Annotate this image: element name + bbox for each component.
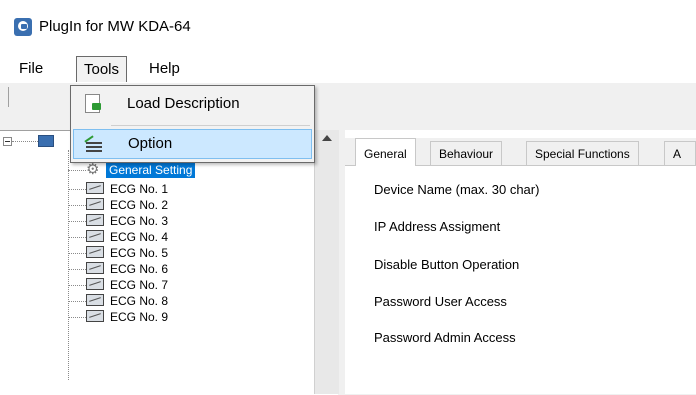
tree-guide-line bbox=[68, 170, 86, 171]
tree-item-ecg-8[interactable]: ECG No. 8 bbox=[0, 293, 314, 309]
ecg-icon bbox=[86, 182, 104, 194]
tree-guide-line bbox=[68, 205, 86, 206]
ecg-icon bbox=[86, 198, 104, 210]
tree-guide-line bbox=[68, 285, 86, 286]
tree-guide-line bbox=[68, 269, 86, 270]
tree-item-label: ECG No. 4 bbox=[110, 230, 169, 244]
ecg-icon bbox=[86, 310, 104, 322]
tree-item-label: ECG No. 2 bbox=[110, 198, 169, 212]
tree-item-label: ECG No. 1 bbox=[110, 182, 169, 196]
ip-address-label: IP Address Assigment bbox=[374, 219, 501, 234]
tree-guide-line bbox=[68, 221, 86, 222]
menu-item-load-description[interactable]: Load Description bbox=[73, 89, 312, 119]
tree-item-label: ECG No. 7 bbox=[110, 278, 169, 292]
ecg-icon bbox=[86, 294, 104, 306]
title-bar: PlugIn for MW KDA-64 bbox=[0, 0, 696, 50]
tab-strip: General Behaviour Special Functions A bbox=[345, 138, 696, 166]
disable-button-operation-label: Disable Button Operation bbox=[374, 257, 520, 272]
tree-guide-line bbox=[68, 189, 86, 190]
menu-item-option[interactable]: Option bbox=[73, 129, 312, 159]
tree-item-ecg-9[interactable]: ECG No. 9 bbox=[0, 309, 314, 325]
tree-guide-line bbox=[68, 301, 86, 302]
ecg-icon bbox=[86, 230, 104, 242]
tools-dropdown-menu: Load Description Option bbox=[70, 85, 315, 163]
app-icon bbox=[14, 18, 32, 36]
menu-help[interactable]: Help bbox=[142, 56, 187, 82]
tree-item-label: ECG No. 5 bbox=[110, 246, 169, 260]
tree-item-label: ECG No. 3 bbox=[110, 214, 169, 228]
tree-item-ecg-1[interactable]: ECG No. 1 bbox=[0, 181, 314, 197]
tree-guide-line bbox=[12, 141, 38, 142]
menu-item-label: Load Description bbox=[127, 95, 240, 112]
password-user-access-label: Password User Access bbox=[374, 294, 507, 309]
tab-general[interactable]: General bbox=[355, 138, 416, 166]
gear-icon: ⚙ bbox=[86, 161, 100, 178]
tree-item-label: ECG No. 6 bbox=[110, 262, 169, 276]
tree-item-label: ECG No. 8 bbox=[110, 294, 169, 308]
tree-item-ecg-7[interactable]: ECG No. 7 bbox=[0, 277, 314, 293]
toolbar-separator bbox=[8, 87, 9, 107]
tab-special-functions[interactable]: Special Functions bbox=[526, 141, 639, 165]
tree-guide-line bbox=[68, 253, 86, 254]
tree-guide-line bbox=[68, 237, 86, 238]
device-name-label: Device Name (max. 30 char) bbox=[374, 182, 540, 197]
tree-item-general-setting[interactable]: ⚙ General Setting bbox=[0, 162, 314, 178]
tree-guide-line bbox=[68, 317, 86, 318]
tree-item-ecg-5[interactable]: ECG No. 5 bbox=[0, 245, 314, 261]
window-title: PlugIn for MW KDA-64 bbox=[39, 18, 191, 35]
tree-item-ecg-2[interactable]: ECG No. 2 bbox=[0, 197, 314, 213]
tree-item-label: ECG No. 9 bbox=[110, 310, 169, 324]
menu-file[interactable]: File bbox=[12, 56, 50, 82]
ecg-icon bbox=[86, 246, 104, 258]
tree-scrollbar[interactable] bbox=[314, 130, 339, 394]
menu-tools[interactable]: Tools bbox=[76, 56, 128, 82]
ecg-icon bbox=[86, 214, 104, 226]
tree-item-ecg-4[interactable]: ECG No. 4 bbox=[0, 229, 314, 245]
load-description-icon bbox=[85, 94, 101, 113]
tree-collapse-toggle[interactable] bbox=[3, 137, 12, 146]
password-admin-access-label: Password Admin Access bbox=[374, 330, 516, 345]
device-root-icon[interactable] bbox=[38, 135, 54, 147]
menu-separator bbox=[111, 125, 310, 126]
menu-bar: File Tools Help bbox=[0, 50, 696, 83]
tree-item-label: General Setting bbox=[106, 162, 196, 178]
tree-item-ecg-3[interactable]: ECG No. 3 bbox=[0, 213, 314, 229]
tab-behaviour[interactable]: Behaviour bbox=[430, 141, 503, 165]
ecg-icon bbox=[86, 278, 104, 290]
option-icon bbox=[84, 135, 104, 152]
tab-a[interactable]: A bbox=[664, 141, 696, 165]
tree-item-ecg-6[interactable]: ECG No. 6 bbox=[0, 261, 314, 277]
ecg-icon bbox=[86, 262, 104, 274]
menu-item-label: Option bbox=[128, 135, 173, 152]
scroll-up-arrow-icon[interactable] bbox=[322, 135, 332, 141]
